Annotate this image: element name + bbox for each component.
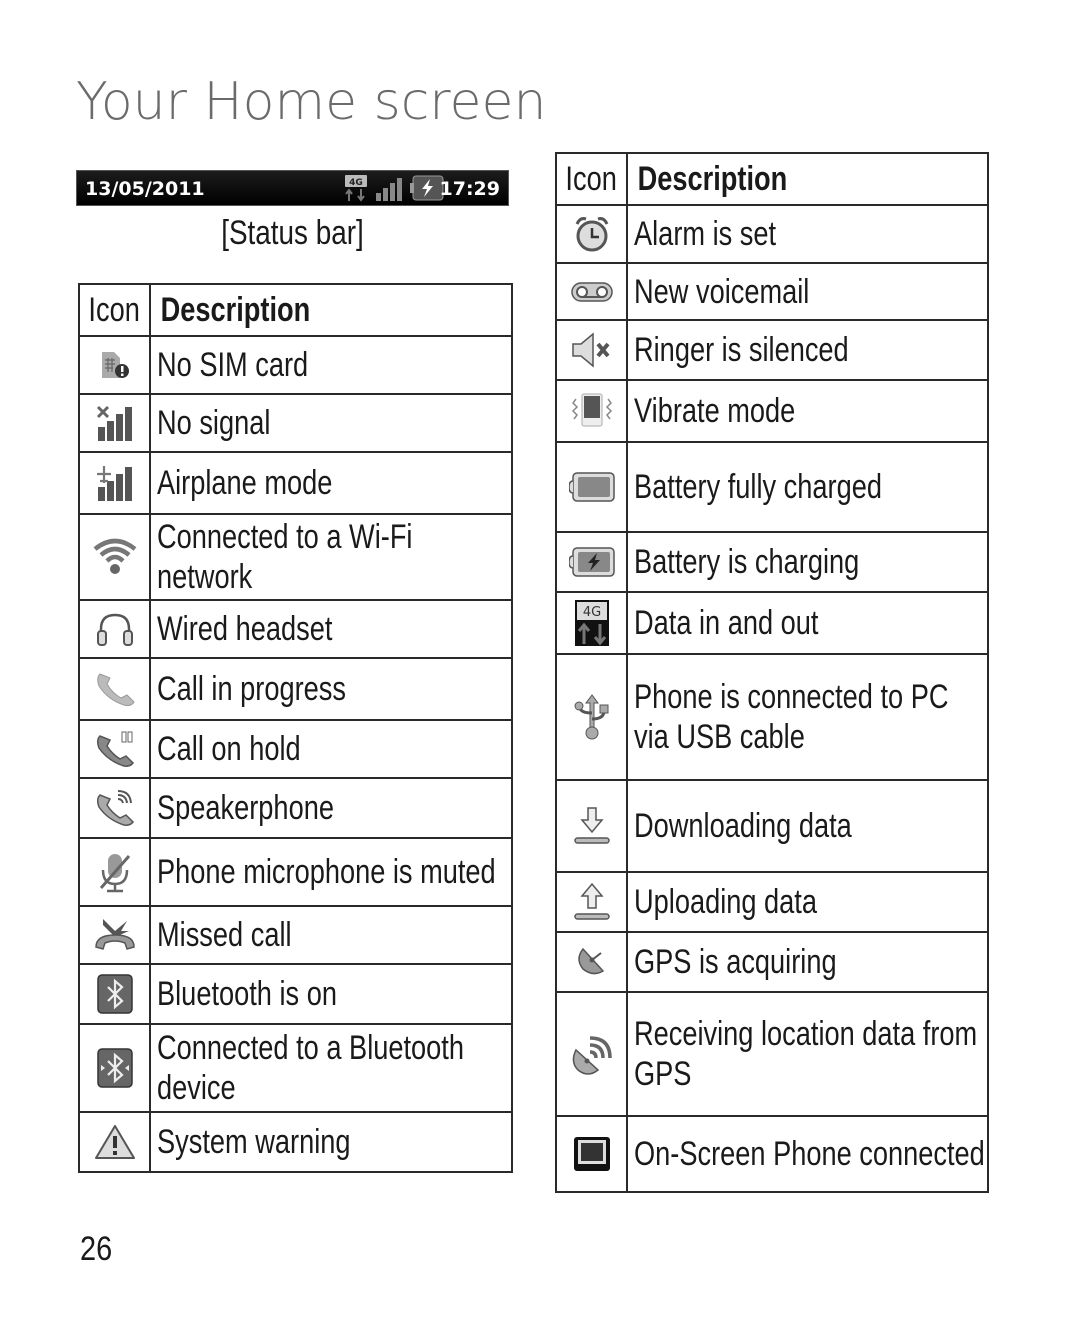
table-row: Call in progress [78, 657, 513, 721]
gps-receiving-icon [570, 1036, 614, 1075]
alarm-icon [572, 217, 612, 252]
header-icon: Icon [78, 283, 151, 337]
row-description: Uploading data [634, 883, 817, 921]
row-description: GPS is acquiring [634, 943, 837, 981]
gps-acquiring-icon [575, 947, 609, 975]
wifi-icon [93, 538, 137, 574]
table-row: No SIM card [78, 335, 513, 395]
table-row: 4G Data in and out [555, 591, 989, 655]
row-description: No SIM card [157, 346, 309, 384]
table-row: Downloading data [555, 779, 989, 873]
row-description: Vibrate mode [634, 392, 796, 430]
svg-text:4G: 4G [582, 605, 600, 620]
page-number: 26 [80, 1230, 113, 1268]
row-description: Receiving location data from GPS [634, 1015, 978, 1093]
row-description: Bluetooth is on [157, 975, 337, 1013]
header-icon: Icon [555, 152, 628, 206]
row-description: Phone microphone is muted [157, 853, 496, 891]
missed-call-icon [93, 919, 137, 950]
table-header-row: Icon Description [555, 152, 989, 206]
table-row: Speakerphone [78, 777, 513, 839]
voicemail-icon [570, 281, 613, 302]
row-description: Phone is connected to PC via USB cable [634, 678, 949, 756]
status-bar: 13/05/2011 4G 17:29 [76, 170, 509, 206]
signal-bars-icon [375, 177, 405, 201]
no-sim-card-icon [98, 352, 132, 378]
status-date: 13/05/2011 [85, 178, 205, 200]
table-row: Ringer is silenced [555, 319, 989, 381]
call-in-progress-icon [94, 673, 136, 707]
page-title: Your Home screen [76, 72, 547, 132]
table-row: GPS is acquiring [555, 931, 989, 993]
data-in-out-icon: 4G [574, 600, 609, 646]
mic-muted-icon [95, 854, 135, 893]
system-warning-icon [94, 1125, 136, 1159]
airplane-mode-icon [96, 466, 134, 501]
table-row: Connected to a Wi-Fi network [78, 513, 513, 601]
table-row: Battery fully charged [555, 441, 989, 533]
right-icon-table: Icon Description Alarm is set New voicem… [555, 152, 989, 1193]
left-icon-table: Icon Description No SIM card No signal A… [78, 283, 513, 1173]
no-signal-icon [96, 405, 134, 441]
row-description: On-Screen Phone connected [634, 1135, 985, 1173]
ringer-silenced-icon [571, 332, 613, 368]
row-description: No signal [157, 404, 271, 442]
table-row: Wired headset [78, 599, 513, 659]
table-row: Phone is connected to PC via USB cable [555, 653, 989, 781]
row-description: Call on hold [157, 730, 301, 768]
table-row: Uploading data [555, 871, 989, 933]
row-description: Missed call [157, 916, 292, 954]
table-row: On-Screen Phone connected [555, 1115, 989, 1193]
row-description: Data in and out [634, 604, 819, 642]
table-row: No signal [78, 393, 513, 453]
row-description: System warning [157, 1123, 351, 1161]
row-description: New voicemail [634, 272, 810, 311]
usb-icon [572, 694, 612, 740]
row-description: Wired headset [157, 610, 333, 648]
row-description: Connected to a Wi-Fi network [157, 518, 413, 596]
table-row: Phone microphone is muted [78, 837, 513, 907]
svg-text:4G: 4G [349, 178, 363, 188]
bluetooth-on-icon [96, 974, 133, 1014]
table-row: Missed call [78, 905, 513, 965]
table-row: Vibrate mode [555, 379, 989, 443]
call-on-hold-icon [94, 731, 136, 767]
on-screen-phone-icon [573, 1137, 611, 1171]
table-row: Alarm is set [555, 204, 989, 264]
vibrate-icon [570, 393, 614, 427]
table-row: Connected to a Bluetooth device [78, 1023, 513, 1113]
status-time: 17:29 [439, 178, 500, 200]
row-description: Battery fully charged [634, 468, 882, 506]
row-description: Ringer is silenced [634, 331, 849, 369]
table-row: System warning [78, 1111, 513, 1173]
speakerphone-icon [94, 790, 136, 826]
header-description: Description [626, 152, 989, 206]
table-header-row: Icon Description [78, 283, 513, 337]
row-description: Connected to a Bluetooth device [157, 1029, 464, 1107]
status-bar-caption: [Status bar] [221, 214, 364, 252]
data-4g-icon: 4G [345, 175, 367, 202]
table-row: Bluetooth is on [78, 963, 513, 1025]
battery-full-icon [568, 472, 615, 502]
table-row: New voicemail [555, 262, 989, 321]
row-description: Call in progress [157, 670, 346, 708]
table-row: Receiving location data from GPS [555, 991, 989, 1117]
battery-charging-icon [568, 547, 615, 577]
row-description: Speakerphone [157, 789, 334, 827]
headset-icon [95, 613, 135, 646]
row-description: Alarm is set [634, 215, 777, 253]
upload-icon [572, 882, 612, 920]
table-row: Call on hold [78, 719, 513, 779]
header-description: Description [149, 283, 513, 337]
bluetooth-connected-icon [96, 1048, 133, 1088]
table-row: Battery is charging [555, 531, 989, 593]
row-description: Downloading data [634, 807, 852, 845]
table-row: Airplane mode [78, 451, 513, 515]
row-description: Airplane mode [157, 464, 333, 502]
row-description: Battery is charging [634, 543, 860, 581]
download-icon [572, 807, 612, 844]
